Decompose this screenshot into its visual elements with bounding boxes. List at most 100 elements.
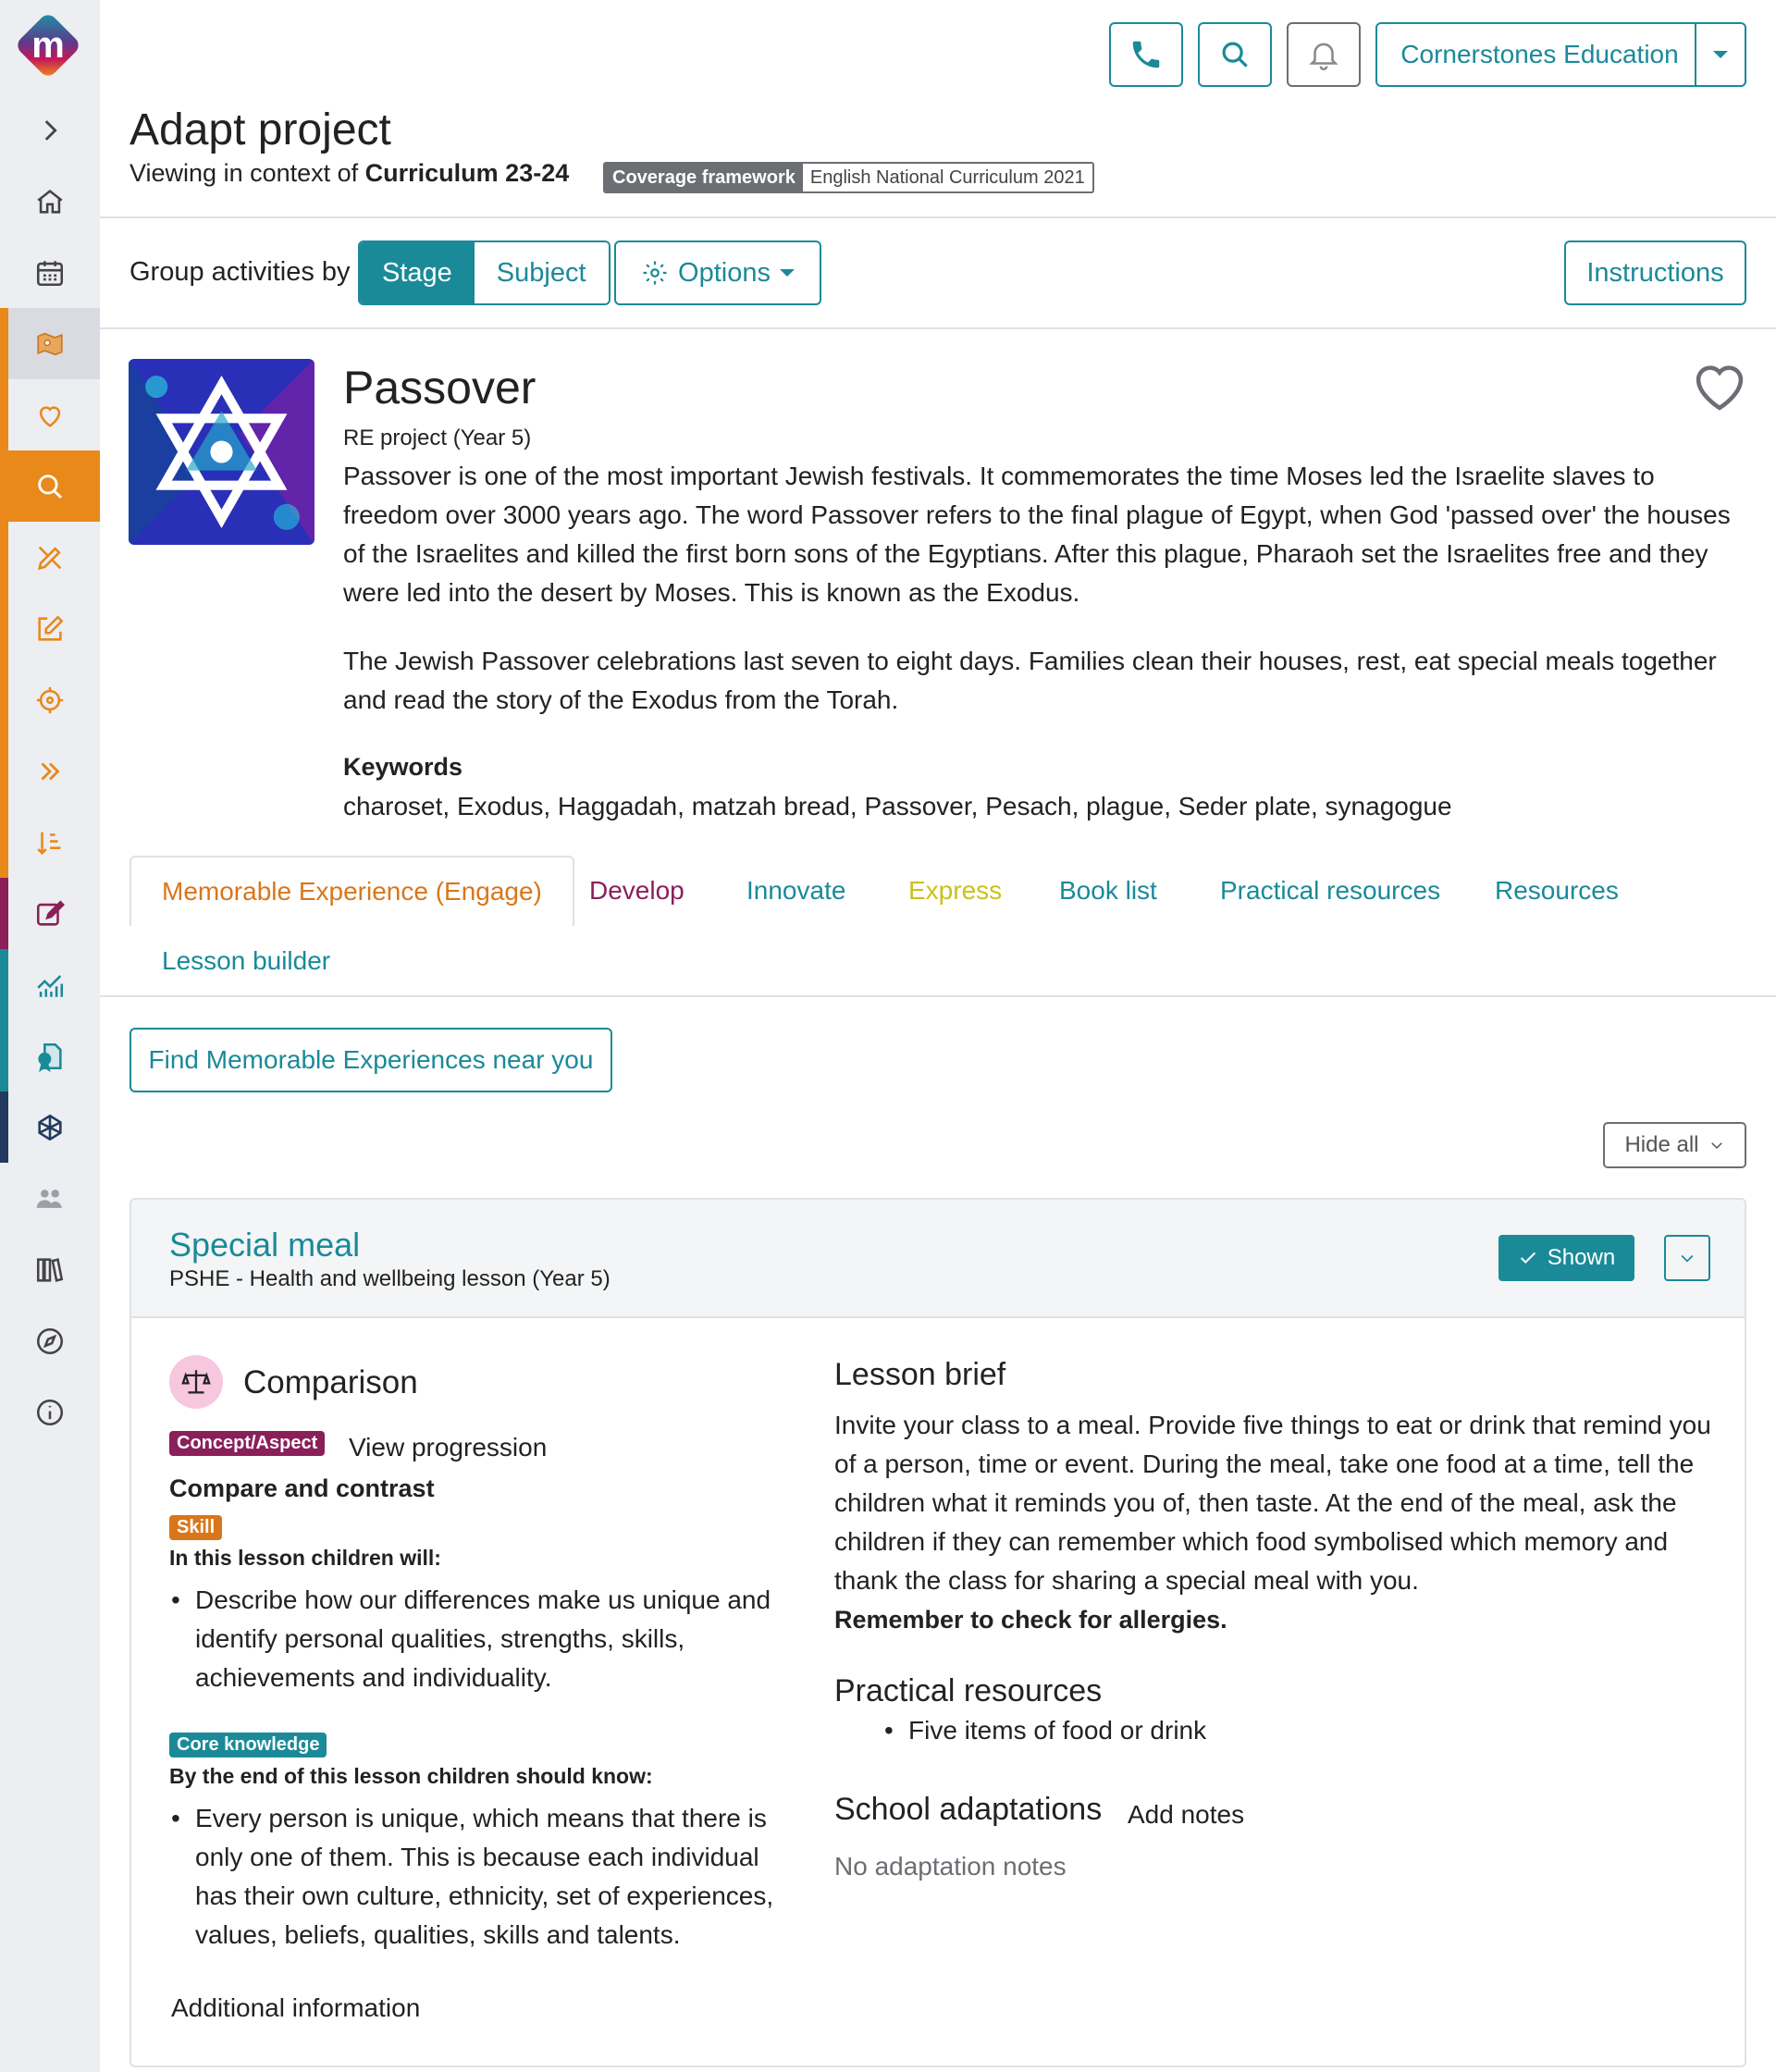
sidebar-item-design[interactable]: [0, 522, 100, 593]
add-notes-link[interactable]: Add notes: [1128, 1795, 1244, 1834]
activity-card-header: Special meal PSHE - Health and wellbeing…: [131, 1200, 1745, 1318]
tab-develop[interactable]: Develop: [589, 856, 684, 926]
sidebar-item-info[interactable]: [0, 1376, 100, 1448]
gear-icon: [643, 261, 667, 285]
project-image: [129, 359, 314, 545]
sidebar-item-expand[interactable]: [0, 94, 100, 166]
view-progression-link[interactable]: View progression: [349, 1428, 547, 1467]
concept-title: Comparison: [243, 1364, 418, 1400]
sidebar-item-target[interactable]: [0, 664, 100, 735]
double-chevron-icon: [41, 761, 60, 781]
heart-icon: [39, 406, 61, 427]
shown-label: Shown: [1547, 1245, 1616, 1270]
tab-resources[interactable]: Resources: [1495, 856, 1619, 926]
sidebar-item-forward[interactable]: [0, 735, 100, 807]
favourite-heart-icon[interactable]: [1691, 361, 1748, 413]
group-by-stage[interactable]: Stage: [360, 242, 475, 303]
sidebar-item-certificate[interactable]: [0, 1020, 100, 1092]
skill-title: Compare and contrast: [169, 1474, 435, 1502]
group-by-label: Group activities by: [130, 257, 351, 287]
know-heading: By the end of this lesson children shoul…: [169, 1764, 653, 1788]
compass-icon: [36, 1327, 64, 1354]
books-icon: [36, 1257, 64, 1282]
sidebar-item-people[interactable]: [0, 1163, 100, 1234]
comparison-icon: [169, 1355, 223, 1409]
pencil-ruler-icon: [37, 546, 62, 570]
divider: [100, 327, 1776, 329]
chevron-down-icon: [1710, 1142, 1722, 1150]
sidebar-item-assess[interactable]: [0, 878, 100, 949]
people-icon: [36, 1189, 62, 1208]
sidebar-item-projects[interactable]: [0, 308, 100, 379]
group-by-toggle: Stage Subject: [358, 240, 610, 305]
sidebar-item-network[interactable]: [0, 1092, 100, 1163]
context-subtitle: Viewing in context of Curriculum 23-24: [130, 159, 570, 187]
sort-icon: [37, 832, 61, 855]
instructions-button[interactable]: Instructions: [1564, 240, 1746, 305]
sidebar-item-compass[interactable]: [0, 1305, 100, 1376]
tab-lesson-builder[interactable]: Lesson builder: [162, 926, 330, 996]
hide-all-button[interactable]: Hide all: [1603, 1122, 1746, 1168]
list-item: Every person is unique, which means that…: [169, 1799, 780, 1955]
tab-engage[interactable]: Memorable Experience (Engage): [130, 856, 574, 926]
sidebar-item-search[interactable]: [0, 450, 100, 522]
info-icon: [36, 1399, 64, 1425]
notifications-button[interactable]: [1287, 22, 1361, 87]
concept-badge: Concept/Aspect: [169, 1431, 326, 1456]
activity-card: Special meal PSHE - Health and wellbeing…: [130, 1198, 1746, 2067]
sidebar-item-home[interactable]: [0, 166, 100, 237]
phone-icon: [1132, 41, 1160, 68]
practical-resources-list: Five items of food or drink: [882, 1711, 1530, 1750]
collapse-activity-button[interactable]: [1664, 1235, 1710, 1281]
additional-information-link[interactable]: Additional information: [171, 1989, 420, 2028]
page-title: Adapt project: [130, 105, 391, 154]
sidebar-item-calendar[interactable]: [0, 237, 100, 308]
tab-express[interactable]: Express: [908, 856, 1002, 926]
organisation-dropdown-toggle[interactable]: [1695, 24, 1745, 85]
organisation-switcher[interactable]: Cornerstones Education: [1375, 22, 1746, 87]
will-heading: In this lesson children will:: [169, 1546, 441, 1570]
no-adaptation-notes: No adaptation notes: [834, 1852, 1067, 1881]
activity-title[interactable]: Special meal: [169, 1226, 360, 1264]
certificate-icon: [38, 1042, 62, 1072]
list-item: Describe how our differences make us uni…: [169, 1581, 780, 1697]
sidebar-item-analytics[interactable]: [0, 949, 100, 1020]
options-label: Options: [678, 257, 771, 288]
skill-badge: Skill: [169, 1515, 223, 1540]
options-button[interactable]: Options: [614, 240, 821, 305]
sidebar-item-sort[interactable]: [0, 807, 100, 878]
tab-innovate[interactable]: Innovate: [746, 856, 845, 926]
organisation-name[interactable]: Cornerstones Education: [1377, 40, 1695, 69]
will-list: Describe how our differences make us uni…: [169, 1581, 780, 1697]
group-by-subject[interactable]: Subject: [474, 242, 609, 303]
bell-icon: [1309, 43, 1338, 71]
find-experiences-button[interactable]: Find Memorable Experiences near you: [130, 1028, 612, 1092]
header-search-button[interactable]: [1198, 22, 1272, 87]
hide-all-label: Hide all: [1624, 1132, 1699, 1157]
school-adaptations-heading: School adaptations: [834, 1792, 1103, 1827]
sidebar-item-edit[interactable]: [0, 593, 100, 664]
divider: [100, 995, 1776, 997]
lesson-brief-text: Invite your class to a meal. Provide fiv…: [834, 1411, 1711, 1595]
network-icon: [38, 1114, 62, 1141]
tab-practical-resources[interactable]: Practical resources: [1220, 856, 1440, 926]
coverage-value: English National Curriculum 2021: [802, 164, 1092, 191]
sidebar: m: [0, 0, 100, 2072]
project-description: Passover is one of the most important Je…: [343, 462, 1731, 607]
shown-toggle-button[interactable]: Shown: [1498, 1235, 1634, 1281]
phone-button[interactable]: [1109, 22, 1183, 87]
search-icon: [38, 474, 63, 499]
app-logo[interactable]: m: [14, 11, 82, 80]
activity-subtitle: PSHE - Health and wellbeing lesson (Year…: [169, 1266, 610, 1291]
lesson-brief-heading: Lesson brief: [834, 1357, 1006, 1392]
sidebar-item-library[interactable]: [0, 1234, 100, 1305]
search-icon: [1222, 42, 1248, 68]
coverage-key: Coverage framework: [605, 164, 803, 191]
tab-book-list[interactable]: Book list: [1059, 856, 1157, 926]
check-icon: [1520, 1252, 1536, 1264]
caret-down-icon: [1713, 51, 1728, 58]
chevron-down-icon: [1681, 1254, 1694, 1263]
project-description-2: The Jewish Passover celebrations last se…: [343, 647, 1717, 714]
sidebar-item-favourites[interactable]: [0, 379, 100, 450]
allergy-warning: Remember to check for allergies.: [834, 1606, 1227, 1634]
